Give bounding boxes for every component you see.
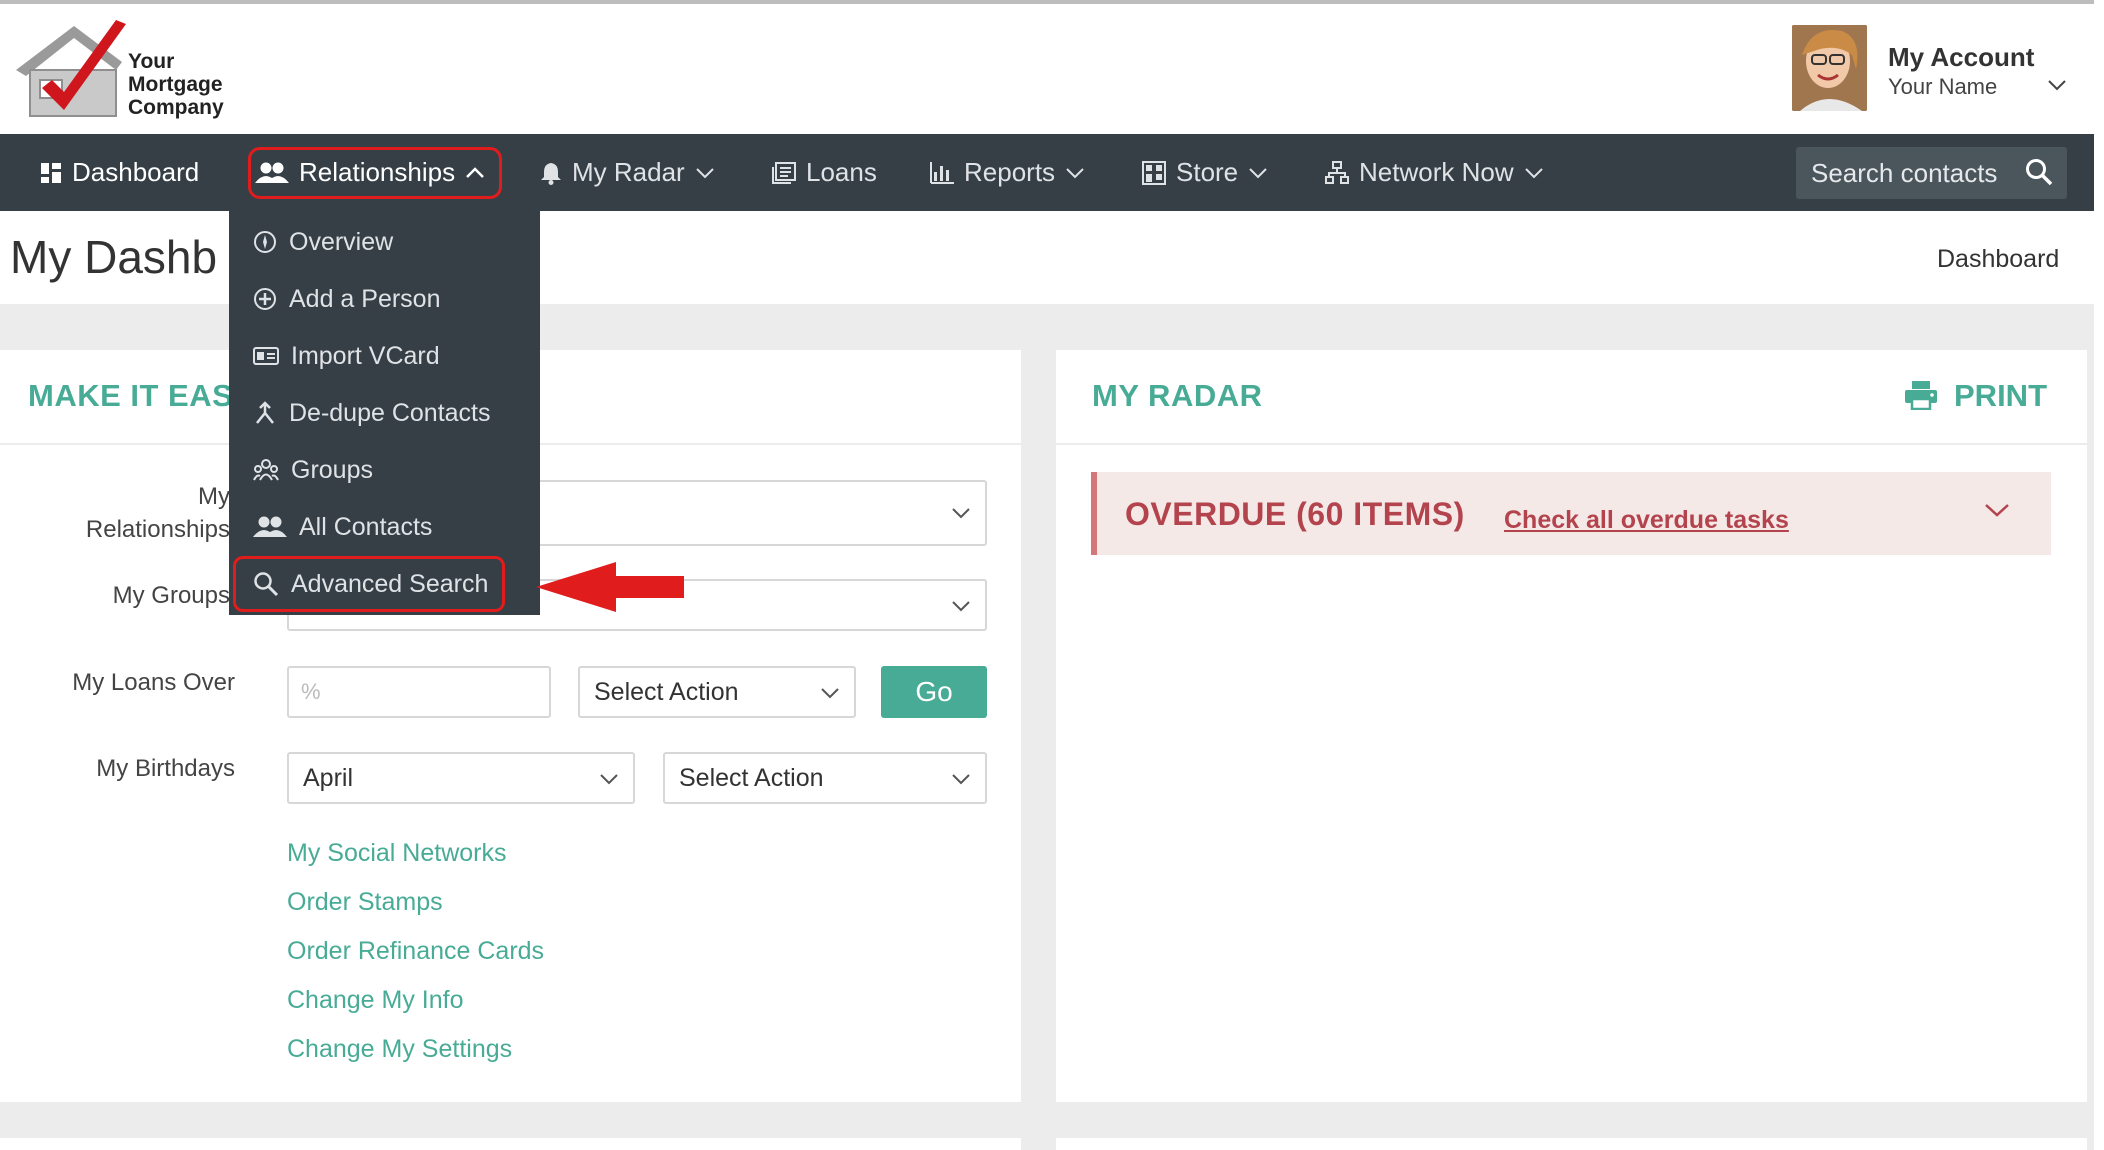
logo-text: Your Mortgage Company [128,50,224,119]
nav-label: Store [1176,157,1239,187]
print-button[interactable]: PRINT [1954,378,2047,414]
bar-chart-icon [930,161,954,184]
chevron-down-icon [952,601,970,612]
advanced-search-highlight [233,556,505,612]
panel-title: MY RADAR [1092,378,1263,413]
nav-label: Loans [806,157,877,187]
relationships-label-line1: My [198,483,230,510]
merge-icon [256,401,274,424]
chevron-down-icon [952,774,970,785]
search-icon[interactable] [2024,157,2054,192]
network-icon [1325,160,1349,184]
menu-item-groups[interactable]: Groups [253,450,373,490]
loans-percent-input[interactable]: % [287,666,551,718]
selected-value: Select Action [679,763,824,792]
menu-item-dedupe-contacts[interactable]: De-dupe Contacts [253,393,491,433]
chevron-down-icon [952,508,970,519]
printer-icon[interactable] [1904,380,1938,415]
nav-item-dashboard[interactable]: Dashboard [40,134,199,211]
compass-icon [254,231,276,253]
overdue-title[interactable]: OVERDUE (60 ITEMS) [1125,496,1465,533]
menu-item-label: Groups [291,455,373,484]
nav-label: Network Now [1359,157,1514,187]
panel-title: MAKE IT EASY [28,378,255,413]
link-social-networks[interactable]: My Social Networks [287,839,507,868]
loans-label: My Loans Over [72,669,235,696]
people-icon [253,516,287,537]
menu-item-label: Add a Person [289,284,441,313]
check-overdue-link[interactable]: Check all overdue tasks [1504,506,1789,535]
nav-label: Dashboard [72,157,200,187]
account-name[interactable]: Your Name [1888,74,1997,100]
avatar[interactable] [1792,25,1867,111]
plus-circle-icon [254,288,276,310]
link-order-refinance-cards[interactable]: Order Refinance Cards [287,937,544,966]
menu-item-label: De-dupe Contacts [289,398,491,427]
my-radar-panel: MY RADAR [1056,350,2087,1102]
go-button[interactable]: Go [881,666,987,718]
chevron-down-icon [1066,167,1084,178]
chevron-down-icon [600,774,618,785]
top-header [0,0,2104,134]
menu-item-overview[interactable]: Overview [253,222,393,262]
chevron-down-icon [821,688,839,699]
menu-item-label: Overview [289,227,394,256]
link-change-my-settings[interactable]: Change My Settings [287,1035,512,1064]
birthdays-label: My Birthdays [96,755,235,782]
red-arrow-annotation [536,562,686,617]
nav-item-network-now[interactable]: Network Now [1325,134,1544,211]
store-icon [1142,160,1166,185]
menu-item-label: Import VCard [291,341,440,370]
account-title[interactable]: My Account [1888,42,2034,73]
nav-item-my-radar[interactable]: My Radar [540,134,715,211]
groups-label: My Groups [112,582,230,609]
relationships-label-line2: Relationships [85,516,230,543]
page-title: My Dashb [10,231,218,283]
group-icon [253,459,279,481]
scrollbar-gutter [2094,0,2104,1150]
search-placeholder: Search contacts [1811,158,1998,188]
nav-item-store[interactable]: Store [1142,134,1268,211]
nav-item-reports[interactable]: Reports [930,134,1085,211]
menu-item-import-vcard[interactable]: Import VCard [253,336,440,376]
bell-icon [541,162,561,185]
selected-value: April [303,763,354,792]
birthday-action-select[interactable]: Select Action [663,752,987,804]
nav-label: My Radar [572,157,685,187]
next-panel-left [0,1138,1021,1150]
selected-value: Select Action [594,677,739,706]
menu-item-add-person[interactable]: Add a Person [253,279,441,319]
menu-item-all-contacts[interactable]: All Contacts [253,507,432,547]
document-icon [772,161,796,184]
id-card-icon [253,347,279,365]
dashboard-icon [41,162,61,183]
chevron-down-icon [1249,167,1267,178]
chevron-down-icon[interactable] [2047,78,2067,92]
chevron-down-icon[interactable] [1984,502,2010,523]
nav-label: Reports [964,157,1056,187]
next-panel-right [1056,1138,2087,1150]
link-change-my-info[interactable]: Change My Info [287,986,464,1015]
relationships-highlight [248,147,502,199]
nav-item-loans[interactable]: Loans [772,134,877,211]
chevron-down-icon [695,167,714,178]
loans-action-select[interactable]: Select Action [578,666,856,718]
chevron-down-icon [1524,167,1543,178]
birthday-month-select[interactable]: April [287,752,635,804]
menu-item-label: All Contacts [299,512,433,541]
breadcrumb[interactable]: Dashboard [1937,245,2059,274]
link-order-stamps[interactable]: Order Stamps [287,888,443,917]
